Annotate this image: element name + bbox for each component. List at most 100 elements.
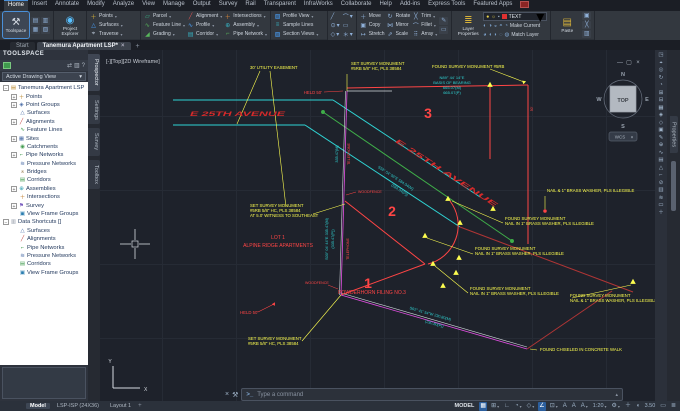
command-close-icon[interactable]: × — [225, 391, 229, 398]
menu-tab-express-tools[interactable]: Express Tools — [424, 0, 469, 11]
status-toggle-10[interactable]: 1:20 ▾ — [592, 402, 608, 411]
new-layout-button[interactable]: + — [138, 403, 142, 409]
ribbon-item-copy[interactable]: ▣ Copy — [360, 21, 385, 29]
navbar-icon-18[interactable]: ▥ — [658, 187, 663, 193]
ribbon-item-trim[interactable]: ╳ Trim ▾ — [412, 12, 437, 20]
menu-tab-analyze[interactable]: Analyze — [109, 0, 138, 11]
viewcube-north[interactable]: N — [621, 72, 625, 78]
new-tab-button[interactable]: + — [133, 43, 143, 50]
draw-tool-icon-2[interactable]: ⊙ ▾ — [331, 22, 340, 29]
viewport-controls[interactable]: [-][Top][2D Wireframe] — [106, 59, 160, 65]
ribbon-item-points[interactable]: ＋ Points ▾ — [90, 12, 123, 21]
ribbon-item-assembly[interactable]: ⊕ Assembly ▾ — [224, 21, 267, 29]
palettes-big-button[interactable]: ⚒ Toolspace — [2, 11, 30, 39]
navbar-icon-0[interactable]: ◳ — [658, 52, 663, 58]
status-toggle-9[interactable]: A ▾ — [580, 402, 589, 411]
navbar-icon-6[interactable]: ⊟ — [659, 97, 664, 103]
ribbon-item-stretch[interactable]: ↦ Stretch — [360, 30, 385, 38]
toolspace-toolbar-icon-0[interactable]: ⇄ — [67, 62, 72, 69]
navbar-icon-19[interactable]: ≋ — [659, 195, 664, 201]
status-toggle-8[interactable]: A — [571, 402, 577, 411]
menu-tab-featured-apps[interactable]: Featured Apps — [469, 0, 516, 11]
navbar-icon-1[interactable]: ⌖ — [659, 60, 662, 66]
tree-item-catchments[interactable]: ◉ Catchments — [0, 143, 88, 151]
status-toggle-13[interactable]: ◖ — [635, 402, 641, 411]
viewcube-east[interactable]: E — [645, 97, 649, 103]
clipboard-big-button[interactable]: ▤ Paste — [554, 12, 580, 38]
status-toggle-2[interactable]: ∟ — [503, 402, 511, 411]
tree-item-corridors[interactable]: ▤ Corridors — [0, 176, 88, 184]
tree-item-pipe-networks[interactable]: + ⌐ Pipe Networks — [0, 151, 88, 159]
layer-tool-icon-0-4[interactable]: ◔ — [505, 23, 508, 29]
ribbon-item-array[interactable]: ⠿ Array ▾ — [412, 30, 438, 38]
command-expand-icon[interactable]: ▴ — [615, 392, 618, 398]
draw-tool-icon-5[interactable]: ＊ ▾ — [343, 30, 353, 39]
layer-tool-icon-1-1[interactable]: ◖ — [489, 32, 492, 38]
draw-tool-icon-0[interactable]: ╱ — [331, 12, 340, 21]
layer-tool-icon-0-3[interactable]: ◓ — [499, 23, 502, 29]
navbar-icon-16[interactable]: ⌐ — [659, 172, 662, 178]
navbar-icon-12[interactable]: ⊕ — [659, 142, 664, 148]
ribbon-item-make-current[interactable]: Make Current — [510, 23, 540, 29]
command-input[interactable]: >_ Type a command ▴ — [241, 388, 623, 401]
document-tab-tanemura-apartment-lsp[interactable]: Tanemura Apartment LSP* × — [36, 42, 131, 50]
navbar-icon-10[interactable]: ▣ — [658, 127, 663, 133]
status-toggle-1[interactable]: ⊞ ▾ — [490, 402, 500, 411]
menu-tab-collaborate[interactable]: Collaborate — [337, 0, 376, 11]
tree-expander-icon[interactable]: + — [11, 185, 17, 193]
menu-tab-rail[interactable]: Rail — [241, 0, 259, 11]
viewcube-south[interactable]: S — [621, 124, 625, 130]
ribbon-item-match-layer[interactable]: Match Layer — [511, 32, 539, 38]
palettes-mini-icon-3[interactable]: ▧ — [41, 25, 50, 34]
navbar-icon-15[interactable]: △ — [659, 165, 663, 171]
ribbon-item-scale[interactable]: ⇗ Scale — [387, 30, 411, 38]
menu-tab-transparent[interactable]: Transparent — [260, 0, 300, 11]
toolspace-tab-settings[interactable]: Settings — [88, 94, 100, 125]
tree-expander-icon[interactable]: + — [11, 101, 17, 109]
tree-item-pipe-networks[interactable]: ⌐ Pipe Networks — [0, 243, 88, 251]
ribbon-item-grading[interactable]: ◢ Grading ▾ — [144, 30, 185, 38]
navbar-icon-11[interactable]: ✎ — [659, 135, 664, 141]
layer-tool-icon-1-3[interactable]: ◌ — [499, 32, 502, 38]
toolspace-tab-toolbox[interactable]: Toolbox — [88, 159, 100, 189]
scrollbar-thumb[interactable] — [671, 161, 676, 212]
palettes-mini-icon-1[interactable]: ▥ — [41, 16, 50, 25]
tab-properties[interactable]: Properties — [669, 116, 678, 154]
viewcube-west[interactable]: W — [596, 97, 602, 103]
layer-dropdown[interactable]: ● ☼ ▪ TEXT ▾ — [483, 11, 548, 26]
status-toggle-14[interactable]: 3.50 — [644, 402, 657, 411]
ribbon-item-fillet[interactable]: ⌒ Fillet ▾ — [412, 21, 437, 30]
ribbon-item-feature-line[interactable]: ∿ Feature Line ▾ — [144, 21, 185, 29]
navbar-icon-17[interactable]: ⊘ — [659, 180, 664, 186]
status-toggle-5[interactable]: ∠ — [538, 401, 546, 411]
active-drawing-view-dropdown[interactable]: Active Drawing View ▾ — [2, 72, 86, 81]
layout-tab-model[interactable]: Model — [26, 403, 50, 409]
tree-item-intersections[interactable]: ＋ Intersections — [0, 193, 88, 201]
layer-tool-icon-0-0[interactable]: ◐ — [483, 23, 486, 29]
window-minimize-icon[interactable]: — — [617, 60, 623, 66]
navbar-icon-21[interactable]: ＋ — [658, 210, 664, 216]
explore-big-button[interactable]: ◉ Project Explorer — [57, 12, 83, 38]
toolspace-toolbar-icon-2[interactable]: ? — [82, 63, 85, 69]
window-restore-icon[interactable]: ▢ — [626, 60, 632, 66]
menu-tab-add-ins[interactable]: Add-ins — [396, 0, 424, 11]
clipboard-mini-icon-1[interactable]: ╳ — [582, 21, 592, 29]
tree-expander-icon[interactable]: + — [11, 118, 17, 126]
tree-item-survey[interactable]: + ⚑ Survey — [0, 201, 88, 210]
ribbon-item-section-views[interactable]: ▨ Section Views ▾ — [274, 30, 319, 38]
wcs-label[interactable]: WCS — [615, 135, 626, 140]
navbar-icon-9[interactable]: ◇ — [659, 120, 663, 126]
ribbon-item-parcel[interactable]: ▱ Parcel ▾ — [144, 12, 185, 20]
layout-tab-lsp-isp-24x36[interactable]: LSP-ISP (24X36) — [53, 403, 103, 409]
modify-tool-icon-0[interactable]: ✎ — [439, 16, 449, 25]
tree-expander-icon[interactable]: − — [3, 219, 9, 226]
tree-item-tanemura-apartment-lsp[interactable]: − ▤ Tanemura Apartment LSP — [0, 84, 88, 92]
status-toggle-16[interactable]: ≣ — [670, 402, 677, 411]
tree-item-surfaces[interactable]: △ Surfaces — [0, 109, 88, 117]
tree-item-pressure-networks[interactable]: ≋ Pressure Networks — [0, 160, 88, 168]
modify-tool-icon-1[interactable]: ▭ — [439, 25, 449, 34]
draw-tool-icon-4[interactable]: ◇ ▾ — [331, 30, 340, 39]
tree-item-surfaces[interactable]: △ Surfaces — [0, 227, 88, 235]
navbar-icon-5[interactable]: ⊞ — [659, 90, 664, 96]
menu-tab-help[interactable]: Help — [375, 0, 395, 11]
